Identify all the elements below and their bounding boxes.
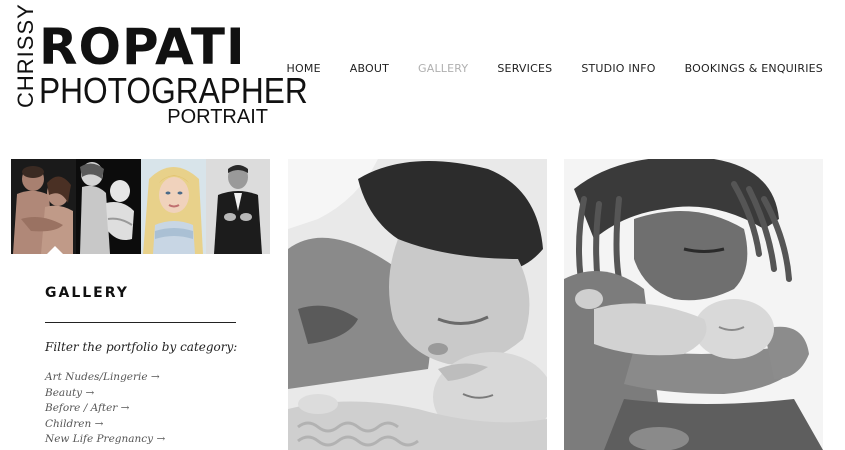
- nav-gallery[interactable]: GALLERY: [418, 62, 468, 75]
- filter-label: Filter the portfolio by category:: [45, 340, 238, 354]
- thumbnail-mother-baby[interactable]: [76, 159, 141, 254]
- gallery-divider: [45, 322, 236, 323]
- category-link-before-after[interactable]: Before / After →: [45, 401, 165, 417]
- nav-about[interactable]: ABOUT: [350, 62, 389, 75]
- thumbnail-blonde-beauty[interactable]: [141, 159, 206, 254]
- gallery-photo-boy-newborn[interactable]: [288, 159, 547, 450]
- category-link-new-life-pregnancy[interactable]: New Life Pregnancy →: [45, 432, 165, 448]
- site-logo[interactable]: CHRISSY ROPATI PHOTOGRAPHER PORTRAIT: [13, 3, 308, 132]
- logo-surname: ROPATI: [39, 18, 246, 76]
- category-link-beauty[interactable]: Beauty →: [45, 386, 165, 402]
- main-nav: HOME ABOUT GALLERY SERVICES STUDIO INFO …: [287, 62, 823, 75]
- logo-photographer: PHOTOGRAPHER: [39, 70, 308, 111]
- category-list: Art Nudes/Lingerie → Beauty → Before / A…: [45, 370, 165, 448]
- category-thumbnail-strip: [11, 159, 270, 254]
- nav-services[interactable]: SERVICES: [497, 62, 552, 75]
- gallery-heading: GALLERY: [45, 285, 129, 301]
- nav-bookings-enquiries[interactable]: BOOKINGS & ENQUIRIES: [685, 62, 823, 75]
- category-link-children[interactable]: Children →: [45, 417, 165, 433]
- nav-studio-info[interactable]: STUDIO INFO: [581, 62, 655, 75]
- logo-portrait: PORTRAIT: [167, 106, 268, 128]
- nav-home[interactable]: HOME: [287, 62, 321, 75]
- logo-first-name: CHRISSY: [13, 3, 38, 108]
- active-thumbnail-pointer: [46, 246, 64, 255]
- thumbnail-couple[interactable]: [11, 159, 76, 254]
- category-link-art-nudes-lingerie[interactable]: Art Nudes/Lingerie →: [45, 370, 165, 386]
- thumbnail-man-portrait[interactable]: [206, 159, 270, 254]
- gallery-photo-father-newborn[interactable]: [564, 159, 823, 450]
